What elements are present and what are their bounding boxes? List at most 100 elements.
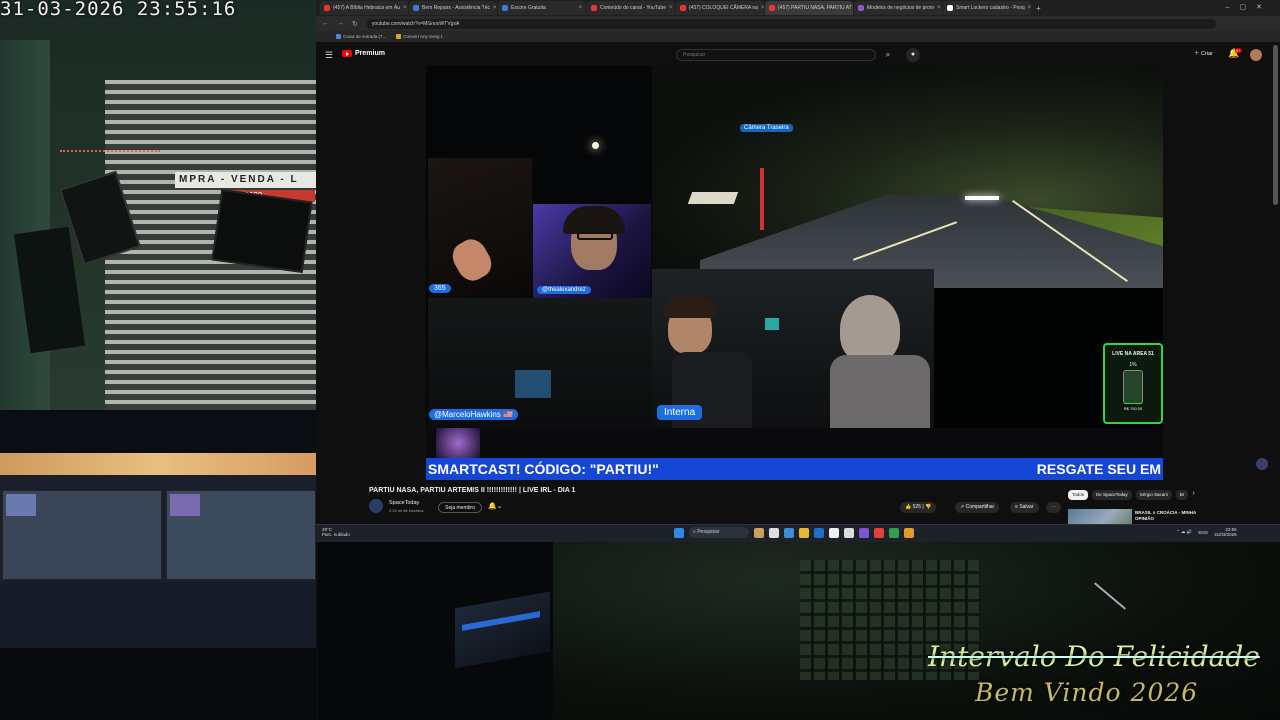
close-icon[interactable]: × xyxy=(403,5,407,11)
bookmark-item[interactable]: Convert Any Song t... xyxy=(396,34,446,40)
wall-post xyxy=(0,40,50,410)
tile-label: @MarceloHawkins 🇺🇸 xyxy=(429,409,518,420)
tab-strip: (457) A Bíblia Hebraica em Áu × Bem Repai… xyxy=(316,0,1280,16)
task-view-icon[interactable] xyxy=(769,527,779,538)
edge-icon[interactable] xyxy=(784,527,794,538)
scrollbar[interactable] xyxy=(1273,45,1278,205)
chip-topic[interactable]: Sérgio Sacani xyxy=(1135,490,1172,500)
overlay-graphic xyxy=(436,428,480,458)
browser-tab[interactable]: Modelos de negócios de prom × xyxy=(854,1,942,15)
app-icon[interactable] xyxy=(874,527,884,538)
dashboard-light xyxy=(765,318,779,330)
youtube-icon xyxy=(591,5,597,11)
weather-widget[interactable]: 28°C Parc. nublado xyxy=(322,527,350,537)
site-icon xyxy=(502,5,508,11)
subscribe-bell-icon[interactable]: 🔔⌄ xyxy=(488,502,503,510)
sponsor-ticker: SMARTCAST! CÓDIGO: "PARTIU!" RESGATE SEU… xyxy=(426,458,1163,480)
taskbar-search[interactable]: ⌕ Pesquisar xyxy=(689,527,749,538)
channel-avatar[interactable] xyxy=(369,499,383,513)
bookmark-icon xyxy=(396,34,402,40)
system-tray[interactable]: ⌃ ☁ 🔊 ENG 23:55 31/03/2026 xyxy=(1176,527,1237,537)
tray-clock[interactable]: 23:55 31/03/2026 xyxy=(1214,527,1237,537)
hair xyxy=(664,296,716,318)
widgets-icon[interactable] xyxy=(754,527,764,538)
start-icon[interactable] xyxy=(674,527,684,538)
url-field[interactable]: youtube.com/watch?v=MGnooWTVgxA xyxy=(365,18,1216,29)
ticker-text: SMARTCAST! CÓDIGO: "PARTIU!" xyxy=(428,461,659,477)
phone-screen xyxy=(515,370,551,398)
related-video-title[interactable]: BRASIL x CROÁCIA - MINHA OPINIÃO xyxy=(1135,510,1205,522)
more-actions-icon[interactable]: ⋯ xyxy=(1046,502,1061,513)
share-button[interactable]: ↗ Compartilhar xyxy=(955,502,1000,513)
language-indicator[interactable]: ENG xyxy=(1198,530,1208,535)
bookmarks-bar: Caixa de entrada (7... Convert Any Song … xyxy=(316,31,1280,42)
save-button[interactable]: ≡ Salvar xyxy=(1010,502,1039,513)
video-title: PARTIU NASA, PARTIU ARTEMIS II !!!!!!!!!… xyxy=(369,487,576,494)
monitor-browser-bar xyxy=(0,453,316,475)
camera-label: Câmera Traseira xyxy=(740,124,793,132)
desk xyxy=(0,648,316,720)
goal-amount: R$ 700,00 xyxy=(1123,406,1143,411)
browser-tab[interactable]: (457) COLOQUEI CÂMERA na × xyxy=(676,1,764,15)
chip-all[interactable]: Todos xyxy=(1068,490,1089,500)
join-button[interactable]: Seja membro xyxy=(438,502,482,513)
forward-icon[interactable]: → xyxy=(337,20,344,27)
reload-icon[interactable]: ↻ xyxy=(352,20,358,28)
like-button[interactable]: 👍 526 | 👎 xyxy=(900,502,937,513)
close-icon[interactable]: × xyxy=(669,5,673,11)
store-icon[interactable] xyxy=(814,527,824,538)
channel-watermark[interactable] xyxy=(1256,458,1268,470)
overlay-title: Intervalo Do Felicidade xyxy=(928,640,1260,673)
goal-progress-bar xyxy=(1123,370,1143,404)
close-icon[interactable]: × xyxy=(1028,5,1031,11)
tray-icons[interactable]: ⌃ ☁ 🔊 xyxy=(1176,529,1192,535)
search-icon[interactable]: ⌕ xyxy=(880,49,896,61)
goal-percent: 1% xyxy=(1129,362,1137,368)
overlay-subtitle: Bem Vindo 2026 xyxy=(975,678,1199,707)
folder-icon[interactable] xyxy=(799,527,809,538)
create-button[interactable]: ＋ Criar xyxy=(1194,49,1213,57)
new-tab-button[interactable]: + xyxy=(1036,4,1041,13)
street-light xyxy=(592,142,599,149)
app-icon[interactable] xyxy=(904,527,914,538)
app-icon[interactable] xyxy=(844,527,854,538)
search-input[interactable]: Pesquisar xyxy=(676,49,876,61)
close-icon[interactable]: × xyxy=(761,5,764,11)
browser-tab[interactable]: Smart Lockers cadastro - Pesq × xyxy=(943,1,1031,15)
video-lower-strip xyxy=(426,428,1163,458)
browser-tab[interactable]: (457) A Bíblia Hebraica em Áu × xyxy=(320,1,408,15)
browser-tab[interactable]: Conteúdo do canal - YouTube × xyxy=(587,1,675,15)
subscriber-count: 2,24 mi de inscritos xyxy=(389,508,424,513)
address-bar: ← → ↻ youtube.com/watch?v=MGnooWTVgxA xyxy=(316,16,1280,31)
taskbar-apps: ⌕ Pesquisar xyxy=(674,527,914,538)
back-icon[interactable]: ← xyxy=(322,20,329,27)
youtube-logo[interactable]: Premium xyxy=(342,50,385,57)
youtube-icon xyxy=(769,5,775,11)
browser-tab[interactable]: Escore Gratuita × xyxy=(498,1,586,15)
avatar[interactable] xyxy=(1250,49,1262,61)
browser-tab[interactable]: Bem Repairs - Assistência Téc × xyxy=(409,1,497,15)
youtube-icon xyxy=(680,5,686,11)
chevron-right-icon[interactable]: › xyxy=(1192,490,1194,500)
chip-topic[interactable]: Br xyxy=(1175,490,1189,500)
monitor-thumb xyxy=(170,494,200,516)
app-icon[interactable] xyxy=(859,527,869,538)
chrome-icon[interactable] xyxy=(889,527,899,538)
notification-badge: 9+ xyxy=(1235,48,1242,53)
microphone-icon[interactable]: ● xyxy=(906,48,920,62)
app-icon[interactable] xyxy=(829,527,839,538)
window-controls[interactable]: –▢✕ xyxy=(1226,3,1272,11)
mail-icon xyxy=(336,34,341,40)
channel-name[interactable]: SpaceToday xyxy=(389,500,419,506)
chip-channel[interactable]: De SpaceToday xyxy=(1092,490,1132,500)
close-icon[interactable]: × xyxy=(578,5,582,11)
driver-body xyxy=(830,355,930,428)
site-icon xyxy=(858,5,864,11)
youtube-play-icon xyxy=(342,50,352,57)
bookmark-item[interactable]: Caixa de entrada (7... xyxy=(336,34,386,40)
menu-icon[interactable]: ☰ xyxy=(325,50,333,61)
close-icon[interactable]: × xyxy=(937,5,941,11)
glasses xyxy=(577,232,613,240)
close-icon[interactable]: × xyxy=(493,5,497,11)
browser-tab-active[interactable]: (457) PARTIU NASA, PARTIU AT× xyxy=(765,1,853,15)
